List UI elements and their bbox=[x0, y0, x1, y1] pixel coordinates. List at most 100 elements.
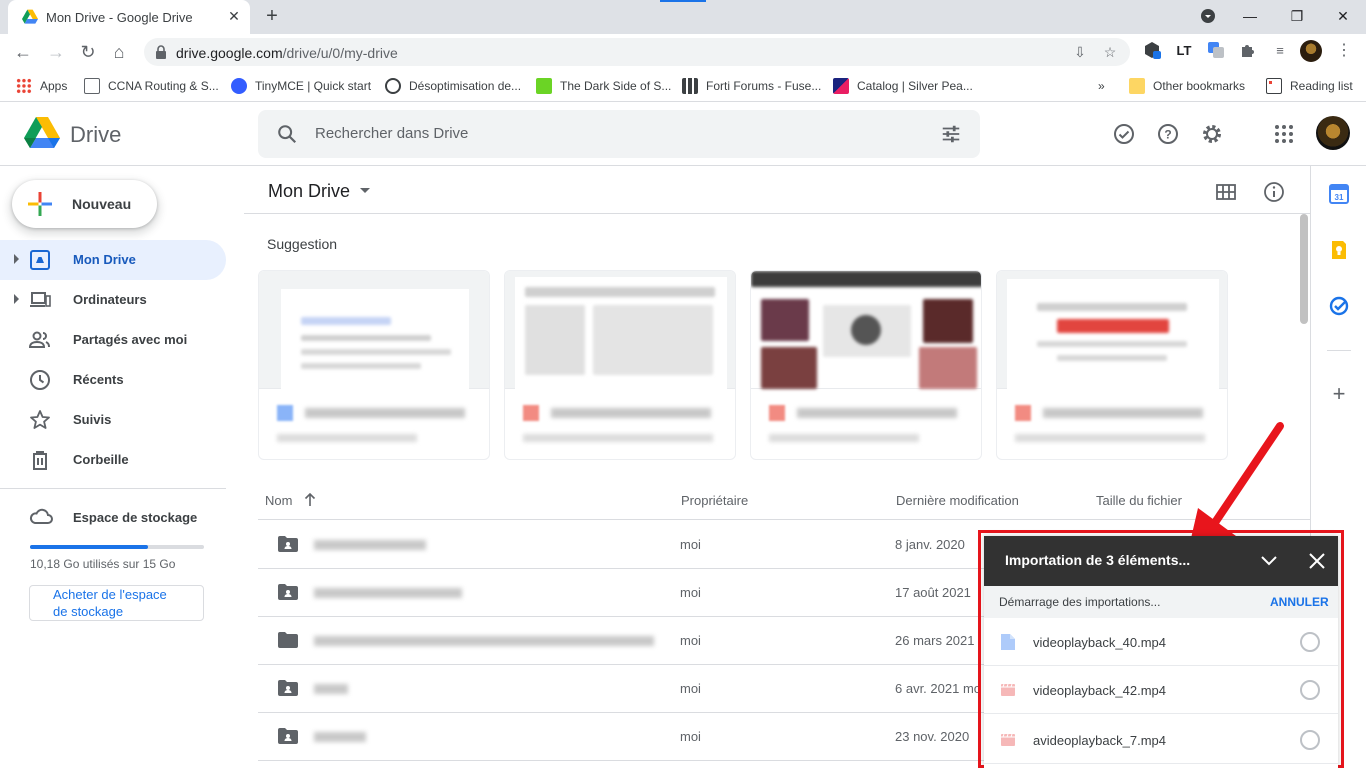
search-input[interactable]: Rechercher dans Drive bbox=[258, 110, 980, 158]
my-drive-icon bbox=[30, 250, 50, 270]
suggestion-card[interactable] bbox=[258, 270, 490, 460]
storage-title[interactable]: Espace de stockage bbox=[73, 510, 197, 525]
upload-item[interactable]: avideoplayback_7.mp4 bbox=[984, 716, 1338, 764]
home-icon[interactable]: ⌂ bbox=[108, 41, 130, 63]
media-control-icon[interactable]: ≡ bbox=[1270, 41, 1290, 61]
bookmark-forti[interactable]: Forti Forums - Fuse... bbox=[682, 77, 821, 95]
minimize-icon[interactable]: — bbox=[1240, 6, 1260, 26]
chevron-down-icon[interactable] bbox=[360, 188, 370, 193]
extensions-puzzle-icon[interactable] bbox=[1238, 41, 1258, 61]
tab-indicator bbox=[660, 0, 706, 2]
browser-menu-down-icon[interactable] bbox=[1198, 6, 1218, 26]
bookmark-catalog[interactable]: Catalog | Silver Pea... bbox=[833, 77, 973, 95]
suggestion-card[interactable] bbox=[504, 270, 736, 460]
main-scrollbar[interactable] bbox=[1300, 214, 1308, 324]
expand-arrow-icon[interactable] bbox=[14, 254, 19, 264]
bookmarks-overflow-icon[interactable]: » bbox=[1098, 77, 1105, 95]
card-thumbnail bbox=[997, 271, 1227, 389]
sidebar-item-shared[interactable]: Partagés avec moi bbox=[0, 320, 226, 360]
sidebar-item-my-drive[interactable]: Mon Drive bbox=[0, 240, 226, 280]
languagetool-icon[interactable]: LT bbox=[1174, 41, 1194, 61]
expand-arrow-icon[interactable] bbox=[14, 294, 19, 304]
info-icon[interactable] bbox=[1262, 180, 1286, 204]
reading-list[interactable]: Reading list bbox=[1266, 77, 1353, 95]
search-icon[interactable] bbox=[276, 123, 298, 145]
page-title[interactable]: Mon Drive bbox=[268, 181, 350, 202]
suggestion-heading: Suggestion bbox=[267, 236, 338, 252]
column-size[interactable]: Taille du fichier bbox=[1096, 493, 1182, 508]
row-name bbox=[314, 588, 462, 598]
column-modified[interactable]: Dernière modification bbox=[896, 493, 1019, 508]
bookmark-dark-side[interactable]: The Dark Side of S... bbox=[536, 77, 671, 95]
add-addon-icon[interactable]: + bbox=[1329, 383, 1349, 405]
extension-cube-icon[interactable] bbox=[1142, 41, 1162, 61]
help-icon[interactable]: ? bbox=[1156, 122, 1180, 146]
browser-profile-avatar[interactable] bbox=[1300, 40, 1322, 62]
bookmark-star-icon[interactable]: ☆ bbox=[1102, 44, 1118, 60]
browser-tab[interactable]: Mon Drive - Google Drive ✕ bbox=[8, 0, 250, 34]
translate-icon[interactable] bbox=[1206, 41, 1226, 61]
file-list-header: Nom Propriétaire Dernière modification T… bbox=[258, 484, 1310, 520]
column-owner[interactable]: Propriétaire bbox=[681, 493, 748, 508]
upload-item[interactable]: videoplayback_42.mp4 bbox=[984, 666, 1338, 714]
tab-close-icon[interactable]: ✕ bbox=[226, 8, 242, 24]
google-apps-icon[interactable] bbox=[1272, 122, 1296, 146]
back-icon[interactable]: ← bbox=[12, 41, 34, 63]
video-file-icon bbox=[769, 405, 785, 421]
buy-storage-button[interactable]: Acheter de l'espace de stockage bbox=[29, 585, 204, 621]
doc-icon bbox=[1001, 634, 1015, 650]
upload-status: Démarrage des importations... bbox=[999, 595, 1161, 609]
video-icon bbox=[1001, 733, 1015, 746]
new-tab-icon[interactable]: + bbox=[262, 6, 282, 26]
close-icon[interactable] bbox=[1308, 552, 1326, 570]
upload-item[interactable]: videoplayback_40.mp4 bbox=[984, 618, 1338, 666]
ready-offline-icon[interactable] bbox=[1112, 122, 1136, 146]
card-file-sub bbox=[769, 434, 919, 442]
keep-icon[interactable] bbox=[1329, 240, 1349, 260]
forward-icon[interactable]: → bbox=[45, 41, 67, 63]
bookmark-ccna[interactable]: CCNA Routing & S... bbox=[84, 77, 219, 95]
install-app-icon[interactable]: ⇩ bbox=[1072, 44, 1088, 60]
new-button[interactable]: Nouveau bbox=[12, 180, 157, 228]
bookmark-tinymce[interactable]: TinyMCE | Quick start bbox=[231, 77, 371, 95]
sidebar-item-trash[interactable]: Corbeille bbox=[0, 440, 226, 480]
suggestion-card[interactable] bbox=[750, 270, 982, 460]
upload-file-name: videoplayback_40.mp4 bbox=[1033, 635, 1166, 650]
card-file-name bbox=[305, 408, 465, 418]
grid-view-icon[interactable] bbox=[1214, 180, 1238, 204]
search-options-icon[interactable] bbox=[940, 123, 962, 145]
drive-logo-icon[interactable] bbox=[24, 116, 60, 150]
buy-storage-label: Acheter de l'espace de stockage bbox=[53, 587, 167, 619]
card-thumbnail bbox=[751, 271, 981, 389]
settings-gear-icon[interactable] bbox=[1200, 122, 1224, 146]
app-name[interactable]: Drive bbox=[70, 122, 121, 148]
cancel-button[interactable]: ANNULER bbox=[1270, 595, 1329, 609]
row-name bbox=[314, 540, 426, 550]
account-avatar[interactable] bbox=[1316, 116, 1350, 150]
tasks-icon[interactable] bbox=[1329, 296, 1349, 316]
shared-folder-icon bbox=[278, 680, 298, 696]
sidebar-item-computers[interactable]: Ordinateurs bbox=[0, 280, 226, 320]
browser-menu-icon[interactable]: ⋮ bbox=[1334, 41, 1354, 61]
sidebar-item-recent[interactable]: Récents bbox=[0, 360, 226, 400]
star-icon bbox=[30, 410, 50, 429]
sidebar-item-starred[interactable]: Suivis bbox=[0, 400, 226, 440]
column-name[interactable]: Nom bbox=[265, 493, 292, 508]
green-b-icon bbox=[536, 78, 552, 94]
chevron-down-icon[interactable] bbox=[1260, 553, 1278, 567]
bookmark-desoptimisation[interactable]: Désoptimisation de... bbox=[385, 77, 521, 95]
maximize-icon[interactable]: ❐ bbox=[1287, 6, 1307, 26]
calendar-icon[interactable]: 31 bbox=[1329, 184, 1349, 204]
row-modified: 26 mars 2021 bbox=[895, 633, 975, 648]
sort-up-arrow-icon[interactable] bbox=[304, 493, 316, 507]
bookmark-other[interactable]: Other bookmarks bbox=[1129, 77, 1245, 95]
reload-icon[interactable]: ↻ bbox=[77, 41, 99, 63]
upload-progress-circle bbox=[1300, 632, 1320, 652]
row-name bbox=[314, 684, 348, 694]
url-input[interactable]: drive.google.com/drive/u/0/my-drive ⇩ ☆ bbox=[144, 38, 1130, 66]
bookmark-apps[interactable]: Apps bbox=[16, 77, 67, 95]
card-thumbnail bbox=[505, 271, 735, 389]
close-window-icon[interactable]: ✕ bbox=[1333, 6, 1353, 26]
forti-icon bbox=[682, 78, 698, 94]
doc-preview bbox=[281, 289, 469, 389]
